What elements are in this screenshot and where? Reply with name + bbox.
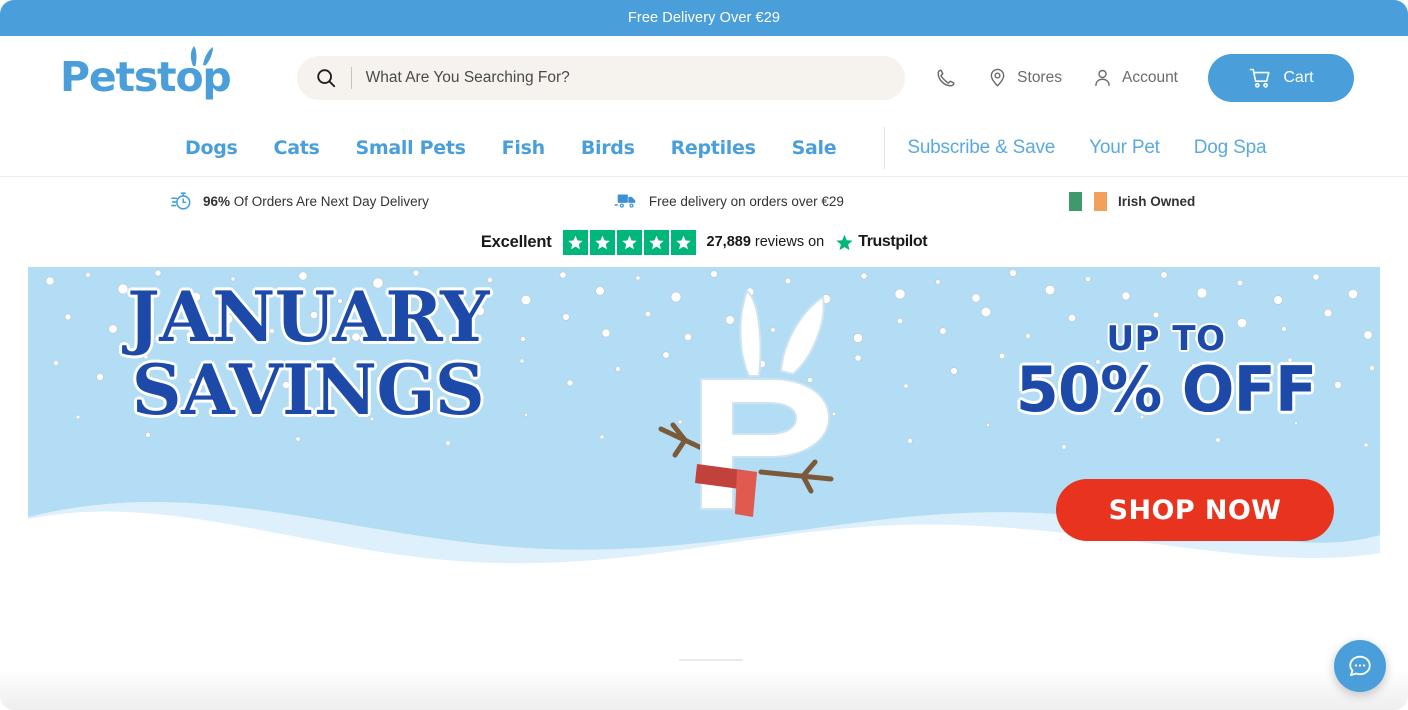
account-label: Account [1121, 68, 1178, 86]
nav-item-subscribe-and-save[interactable]: Subscribe & Save [907, 137, 1055, 159]
trustpilot-logo[interactable]: Trustpilot [835, 233, 928, 252]
usp-free-delivery-text: Free delivery on orders over €29 [648, 193, 844, 209]
trustpilot-stars [562, 229, 696, 255]
trustpilot-review-count: 27,889 reviews on [707, 234, 825, 250]
cart-label: Cart [1283, 68, 1314, 86]
star-icon [670, 229, 696, 255]
stopwatch-icon [171, 192, 191, 210]
trustpilot-count-number: 27,889 [706, 234, 751, 250]
nav-divider [884, 126, 886, 169]
stores-link[interactable]: Stores [987, 67, 1062, 88]
account-link[interactable]: Account [1092, 67, 1178, 88]
petstop-snowman-mascot [658, 289, 834, 517]
shop-now-label: SHOP NOW [1108, 494, 1282, 526]
shopping-cart-icon [1250, 68, 1270, 88]
promo-banner-text: Free Delivery Over €29 [627, 10, 781, 26]
carousel-indicator[interactable] [679, 659, 743, 661]
nav-item-birds[interactable]: Birds [581, 137, 635, 159]
nav-item-cats[interactable]: Cats [274, 137, 320, 159]
nav-item-small-pets[interactable]: Small Pets [356, 137, 466, 159]
page-bottom-fade [0, 670, 1408, 710]
trustpilot-brand-name: Trustpilot [858, 233, 928, 250]
star-icon [616, 229, 642, 255]
site-header: Petstop What Are You Searching For? Stor… [0, 36, 1408, 119]
nav-item-dog-spa[interactable]: Dog Spa [1194, 137, 1267, 159]
nav-item-sale[interactable]: Sale [792, 137, 837, 159]
hero-banner[interactable]: JANUARY SAVINGS UP TO 50% OFF SHOP NOW [28, 267, 1380, 597]
stores-label: Stores [1017, 68, 1062, 86]
map-pin-icon [990, 68, 1005, 87]
hero-headline: JANUARY SAVINGS [28, 277, 588, 431]
chat-widget-button[interactable] [1334, 640, 1386, 692]
usp-percent: 96% [203, 193, 231, 209]
page-root: Free Delivery Over €29 Petstop What Are … [0, 0, 1408, 710]
nav-primary-group: Dogs Cats Small Pets Fish Birds Reptiles… [185, 137, 872, 159]
usp-irish-owned: Irish Owned [1068, 191, 1196, 211]
brand-logo[interactable]: Petstop [60, 46, 232, 98]
delivery-truck-icon [614, 194, 636, 208]
irish-flag-icon [1068, 191, 1107, 211]
star-icon [643, 229, 669, 255]
nav-item-reptiles[interactable]: Reptiles [671, 137, 756, 159]
nav-secondary-group: Subscribe & Save Your Pet Dog Spa [907, 137, 1266, 159]
hero-headline-line-2: SAVINGS [131, 349, 485, 431]
bunny-ears-snow-icon [739, 289, 825, 377]
main-navigation: Dogs Cats Small Pets Fish Birds Reptiles… [0, 119, 1408, 177]
trustpilot-reviews-text: reviews on [750, 234, 825, 250]
hero-offer: UP TO 50% OFF [996, 319, 1336, 422]
search-bar[interactable] [296, 55, 906, 100]
phone-icon [937, 68, 955, 87]
usp-next-day-delivery-rest: Of Orders Are Next Day Delivery [230, 193, 429, 209]
header-actions: Stores Account Cart [905, 53, 1354, 102]
usp-irish-owned-text: Irish Owned [1117, 193, 1196, 209]
usp-free-delivery: Free delivery on orders over €29 [614, 190, 844, 212]
phone-link[interactable] [935, 67, 957, 89]
promo-banner: Free Delivery Over €29 [0, 0, 1408, 36]
search-icon [316, 68, 335, 87]
nav-item-dogs[interactable]: Dogs [185, 137, 238, 159]
nav-item-fish[interactable]: Fish [502, 137, 545, 159]
nav-item-your-pet[interactable]: Your Pet [1089, 137, 1160, 159]
hero-headline-line-1: JANUARY [127, 277, 489, 358]
shop-now-button[interactable]: SHOP NOW [1056, 479, 1334, 541]
usp-bar: 96% Of Orders Are Next Day Delivery Free… [0, 177, 1408, 225]
star-icon [562, 229, 588, 255]
star-icon [589, 229, 615, 255]
trustpilot-star-icon [836, 234, 853, 250]
trustpilot-rating[interactable]: Excellent 27,889 reviews on Trustpilot [0, 225, 1408, 259]
chat-bubble-icon [1349, 655, 1371, 677]
user-icon [1095, 69, 1110, 87]
usp-next-day-delivery: 96% Of Orders Are Next Day Delivery [170, 190, 429, 212]
search-divider [350, 66, 352, 89]
cart-button[interactable]: Cart [1208, 53, 1354, 102]
search-input[interactable] [365, 68, 888, 87]
hero-discount-label: 50% OFF [1015, 353, 1317, 426]
usp-next-day-delivery-text: 96% Of Orders Are Next Day Delivery [203, 194, 429, 209]
bunny-ears-icon [190, 46, 213, 66]
trustpilot-rating-label: Excellent [480, 232, 552, 251]
